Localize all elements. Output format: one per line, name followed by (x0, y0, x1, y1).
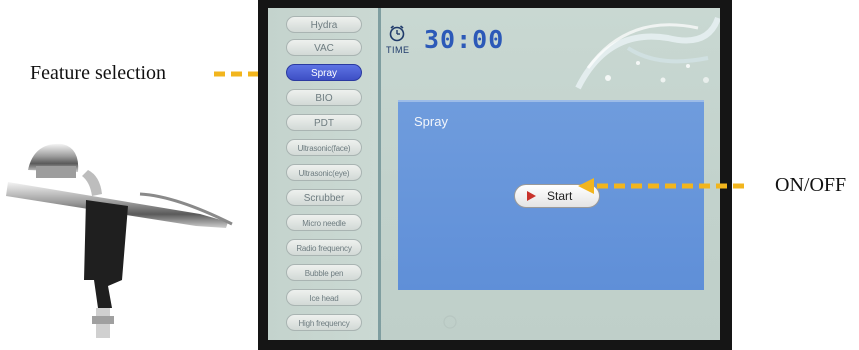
sidebar-item-bubble-pen[interactable]: Bubble pen (286, 264, 362, 281)
panel-title: Spray (414, 114, 448, 129)
play-icon (527, 191, 536, 201)
on-off-arrow (578, 178, 744, 194)
alarm-clock-icon (389, 25, 405, 42)
time-label: TIME (386, 45, 410, 55)
sidebar-item-bio[interactable]: BIO (286, 89, 362, 106)
timer-display: 30:00 (424, 25, 505, 54)
sidebar-item-micro-needle[interactable]: Micro needle (286, 214, 362, 231)
device-frame: Hydra VAC Spray BIO PDT Ultrasonic(face)… (258, 0, 732, 350)
feature-sidebar: Hydra VAC Spray BIO PDT Ultrasonic(face)… (268, 8, 381, 340)
sidebar-item-ultrasonic-eye[interactable]: Ultrasonic(eye) (286, 164, 362, 181)
start-button-label: Start (547, 189, 573, 203)
sidebar-item-ice-head[interactable]: Ice head (286, 289, 362, 306)
device-screen: Hydra VAC Spray BIO PDT Ultrasonic(face)… (268, 8, 720, 340)
water-splash-decoration (575, 16, 720, 90)
sidebar-item-scrubber[interactable]: Scrubber (286, 189, 362, 206)
sidebar-item-radio-frequency[interactable]: Radio frequency (286, 239, 362, 256)
sidebar-item-spray[interactable]: Spray (286, 64, 362, 81)
sidebar-item-pdt[interactable]: PDT (286, 114, 362, 131)
sidebar-item-hydra[interactable]: Hydra (286, 16, 362, 33)
sidebar-item-vac[interactable]: VAC (286, 39, 362, 56)
sidebar-item-high-frequency[interactable]: High frequency (286, 314, 362, 331)
sidebar-item-ultrasonic-face[interactable]: Ultrasonic(face) (286, 139, 362, 156)
on-off-label: ON/OFF (775, 174, 847, 196)
faint-logo-mark (443, 315, 457, 329)
feature-selection-label: Feature selection (30, 62, 167, 84)
airbrush-image (6, 143, 233, 338)
